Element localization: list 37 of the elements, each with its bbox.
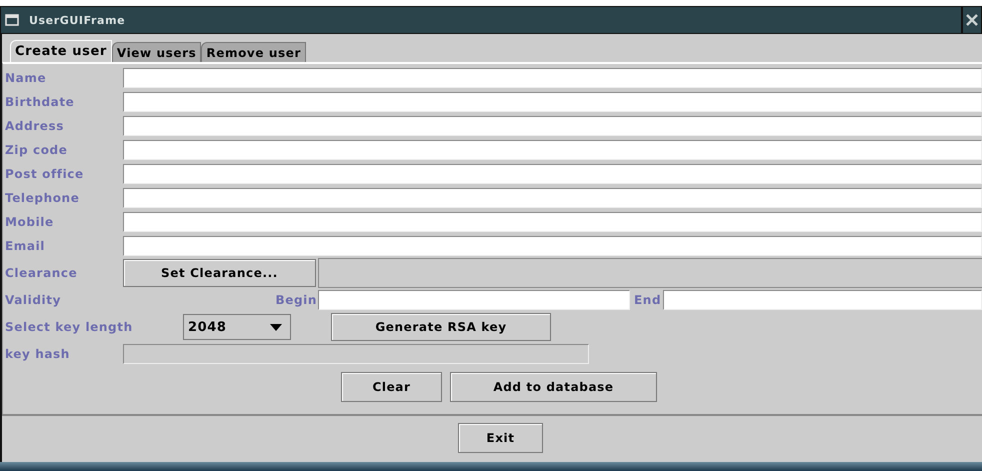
tab[interactable]: Create user xyxy=(10,40,112,62)
action-button[interactable]: Clear xyxy=(341,372,442,402)
field-label: Name xyxy=(4,71,48,85)
begin-date-field[interactable] xyxy=(318,290,630,310)
field-label: Zip code xyxy=(4,143,68,157)
close-icon xyxy=(966,14,978,26)
text-field[interactable] xyxy=(123,164,982,184)
dropdown-arrow-icon xyxy=(270,324,282,330)
text-field[interactable] xyxy=(123,116,982,136)
text-field[interactable] xyxy=(123,140,982,160)
field-label: Telephone xyxy=(4,191,80,205)
field-label: Validity xyxy=(4,293,62,307)
action-button[interactable]: Add to database xyxy=(450,372,657,402)
field-label: Begin xyxy=(274,293,317,307)
tab[interactable]: View users xyxy=(112,42,202,62)
window-icon[interactable] xyxy=(5,14,19,26)
field-label: Clearance xyxy=(4,266,78,280)
end-date-field[interactable] xyxy=(663,290,982,310)
field-label: Post office xyxy=(4,167,85,181)
text-field[interactable] xyxy=(123,212,982,232)
field-label: Select key length xyxy=(4,320,134,334)
text-field[interactable] xyxy=(123,236,982,256)
tab[interactable]: Remove user xyxy=(201,42,306,62)
field-label: Address xyxy=(4,119,66,133)
field-label: Email xyxy=(4,239,46,253)
generate-rsa-key-button[interactable]: Generate RSA key xyxy=(331,313,551,341)
key-length-dropdown[interactable]: 2048 xyxy=(183,314,291,340)
text-field[interactable] xyxy=(123,188,982,208)
field-label: End xyxy=(633,293,662,307)
set-clearance-button[interactable]: Set Clearance... xyxy=(123,259,316,287)
field-label: key hash xyxy=(4,347,71,361)
text-field[interactable] xyxy=(123,68,982,88)
field-label: Mobile xyxy=(4,215,55,229)
text-field[interactable] xyxy=(123,92,982,112)
exit-button[interactable]: Exit xyxy=(458,423,543,453)
field-label: Birthdate xyxy=(4,95,76,109)
window-title: UserGUIFrame xyxy=(29,14,126,26)
